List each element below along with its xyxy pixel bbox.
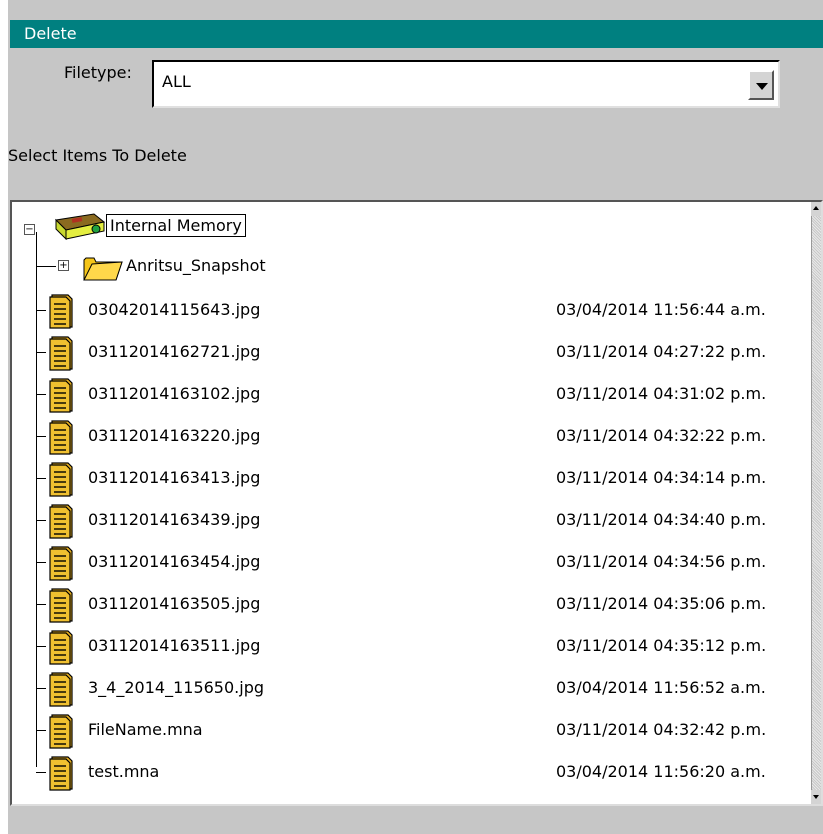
file-document-icon xyxy=(49,462,73,497)
file-document-icon xyxy=(49,378,73,413)
file-name: 03112014163511.jpg xyxy=(88,636,261,655)
file-document-icon xyxy=(49,756,73,791)
file-row[interactable]: 03112014163413.jpg 03/11/2014 04:34:14 p.… xyxy=(12,460,821,498)
delete-dialog: Delete Filetype: ALL Select Items To Del… xyxy=(8,0,823,834)
file-name: FileName.mna xyxy=(88,720,203,739)
filetype-dropdown-button[interactable] xyxy=(748,70,774,100)
filetype-select[interactable]: ALL xyxy=(152,60,780,108)
scroll-down-button[interactable] xyxy=(811,790,821,804)
file-row[interactable]: FileName.mna 03/11/2014 04:32:42 p.m. xyxy=(12,712,821,750)
file-name: test.mna xyxy=(88,762,160,781)
tree-branch xyxy=(36,688,46,689)
file-row[interactable]: 03112014163220.jpg 03/11/2014 04:32:22 p.… xyxy=(12,418,821,456)
select-items-label: Select Items To Delete xyxy=(8,146,187,165)
file-name: 03112014163102.jpg xyxy=(88,384,261,403)
file-row[interactable]: test.mna 03/04/2014 11:56:20 a.m. xyxy=(12,754,821,792)
tree-branch xyxy=(36,478,46,479)
file-document-icon xyxy=(49,714,73,749)
file-name: 03112014162721.jpg xyxy=(88,342,261,361)
file-date: 03/11/2014 04:31:02 p.m. xyxy=(556,384,767,403)
tree-folder-row[interactable]: + Anritsu_Snapshot xyxy=(12,248,821,286)
file-document-icon xyxy=(49,588,73,623)
tree-branch xyxy=(36,730,46,731)
file-date: 03/11/2014 04:32:22 p.m. xyxy=(556,426,767,445)
file-date: 03/11/2014 04:34:56 p.m. xyxy=(556,552,767,571)
file-row[interactable]: 03042014115643.jpg 03/04/2014 11:56:44 a.… xyxy=(12,292,821,330)
file-name: 03112014163220.jpg xyxy=(88,426,261,445)
file-name: 03112014163505.jpg xyxy=(88,594,261,613)
file-row[interactable]: 03112014163102.jpg 03/11/2014 04:31:02 p.… xyxy=(12,376,821,414)
file-document-icon xyxy=(49,336,73,371)
file-date: 03/04/2014 11:56:52 a.m. xyxy=(556,678,766,697)
file-row[interactable]: 03112014163505.jpg 03/11/2014 04:35:06 p.… xyxy=(12,586,821,624)
file-date: 03/11/2014 04:35:12 p.m. xyxy=(556,636,767,655)
file-name: 03112014163454.jpg xyxy=(88,552,261,571)
file-date: 03/11/2014 04:34:40 p.m. xyxy=(556,510,767,529)
tree-branch xyxy=(36,394,46,395)
filetype-value: ALL xyxy=(162,72,191,91)
file-date: 03/11/2014 04:32:42 p.m. xyxy=(556,720,767,739)
expand-folder-button[interactable]: + xyxy=(58,260,69,271)
file-name: 03112014163439.jpg xyxy=(88,510,261,529)
vertical-scrollbar[interactable] xyxy=(811,202,821,804)
file-document-icon xyxy=(49,672,73,707)
tree-branch xyxy=(36,520,46,521)
chevron-down-icon xyxy=(756,83,768,90)
scroll-up-button[interactable] xyxy=(811,202,821,216)
file-date: 03/04/2014 11:56:20 a.m. xyxy=(556,762,766,781)
file-date: 03/11/2014 04:27:22 p.m. xyxy=(556,342,767,361)
collapse-root-button[interactable]: − xyxy=(24,224,35,235)
tree-branch xyxy=(36,604,46,605)
file-row[interactable]: 3_4_2014_115650.jpg 03/04/2014 11:56:52 a… xyxy=(12,670,821,708)
file-name: 03112014163413.jpg xyxy=(88,468,261,487)
tree-root-row[interactable]: − Internal Memory xyxy=(12,210,821,244)
folder-icon xyxy=(83,257,123,281)
file-row[interactable]: 03112014163511.jpg 03/11/2014 04:35:12 p.… xyxy=(12,628,821,666)
file-date: 03/11/2014 04:34:14 p.m. xyxy=(556,468,767,487)
file-row[interactable]: 03112014163439.jpg 03/11/2014 04:34:40 p.… xyxy=(12,502,821,540)
file-document-icon xyxy=(49,546,73,581)
file-tree[interactable]: − Internal Memory + Anritsu_Snapshot 030… xyxy=(10,200,823,806)
file-document-icon xyxy=(49,630,73,665)
file-name: 03042014115643.jpg xyxy=(88,300,261,319)
tree-branch xyxy=(36,266,56,267)
file-name: 3_4_2014_115650.jpg xyxy=(88,678,264,697)
internal-memory-label[interactable]: Internal Memory xyxy=(106,214,246,237)
file-row[interactable]: 03112014162721.jpg 03/11/2014 04:27:22 p.… xyxy=(12,334,821,372)
file-date: 03/04/2014 11:56:44 a.m. xyxy=(556,300,766,319)
file-document-icon xyxy=(49,420,73,455)
tree-branch xyxy=(36,310,46,311)
filetype-label: Filetype: xyxy=(64,63,132,82)
tree-branch xyxy=(36,352,46,353)
file-document-icon xyxy=(49,504,73,539)
tree-branch xyxy=(36,772,46,773)
file-date: 03/11/2014 04:35:06 p.m. xyxy=(556,594,767,613)
tree-branch xyxy=(36,562,46,563)
tree-branch xyxy=(36,646,46,647)
bottom-strip xyxy=(10,808,823,834)
file-row[interactable]: 03112014163454.jpg 03/11/2014 04:34:56 p.… xyxy=(12,544,821,582)
tree-branch xyxy=(36,436,46,437)
file-document-icon xyxy=(49,294,73,329)
dialog-title: Delete xyxy=(10,20,823,48)
memory-drive-icon xyxy=(54,213,106,240)
folder-name: Anritsu_Snapshot xyxy=(126,256,266,275)
